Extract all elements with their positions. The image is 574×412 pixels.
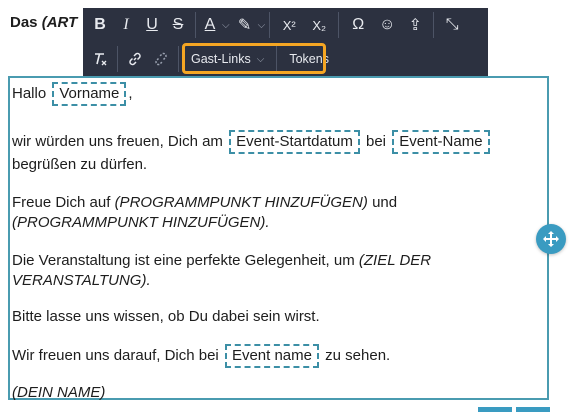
toolbar-divider bbox=[178, 46, 179, 72]
paragraph-goal-2: VERANSTALTUNG). bbox=[12, 270, 151, 291]
page-title: Das (ART bbox=[10, 14, 90, 31]
underline-button[interactable]: U bbox=[139, 11, 165, 39]
paragraph-see-you: Wir freuen uns darauf, Dich bei Event na… bbox=[12, 344, 390, 368]
toolbar-divider bbox=[433, 12, 435, 38]
chevron-down-icon[interactable]: ⌵ bbox=[222, 20, 230, 31]
toolbar-divider bbox=[338, 12, 340, 38]
goal-placeholder-1: (ZIEL DER bbox=[358, 252, 432, 269]
chevron-down-icon[interactable]: ⌵ bbox=[258, 20, 266, 31]
paragraph-greeting: Hallo Vorname, bbox=[12, 82, 133, 106]
goal-text: Die Veranstaltung ist eine perfekte Gele… bbox=[12, 252, 355, 269]
toolbar-divider bbox=[269, 12, 271, 38]
invite-end-text: begrüßen zu dürfen. bbox=[12, 156, 148, 173]
collapse-button[interactable]: ⤡ bbox=[438, 11, 466, 39]
bold-button[interactable]: B bbox=[87, 11, 113, 39]
program-text: Freue Dich auf bbox=[12, 194, 111, 211]
token-firstname[interactable]: Vorname bbox=[52, 82, 127, 106]
invite-mid-text: bei bbox=[366, 133, 387, 150]
paragraph-invite-1: wir würden uns freuen, Dich am Event-Sta… bbox=[12, 130, 492, 154]
title-italic: (ART bbox=[41, 14, 78, 31]
rich-text-editor[interactable]: Hallo Vorname, wir würden uns freuen, Di… bbox=[8, 76, 549, 403]
paragraph-goal-1: Die Veranstaltung ist eine perfekte Gele… bbox=[12, 250, 431, 271]
editor-toolbar: B I U S A ⌵ ✎ ⌵ X² X₂ Ω ☺ ⇪ ⤡ Gast-Links… bbox=[83, 8, 488, 76]
italic-button[interactable]: I bbox=[113, 11, 139, 39]
paragraph-program-1: Freue Dich auf (PROGRAMMPUNKT HINZUFÜGEN… bbox=[12, 192, 397, 213]
link-button[interactable] bbox=[122, 45, 148, 73]
paragraph-rsvp: Bitte lasse uns wissen, ob Du dabei sein… bbox=[12, 306, 320, 327]
superscript-button[interactable]: X² bbox=[274, 11, 304, 39]
token-event-name[interactable]: Event-Name bbox=[392, 130, 490, 154]
clear-format-icon bbox=[95, 53, 107, 66]
program-placeholder-2: (PROGRAMMPUNKT HINZUFÜGEN). bbox=[12, 214, 270, 231]
unlink-button[interactable] bbox=[148, 45, 174, 73]
program-placeholder-1: (PROGRAMMPUNKT HINZUFÜGEN) bbox=[114, 194, 368, 211]
paragraph-invite-2: begrüßen zu dürfen. bbox=[12, 154, 147, 175]
unlink-icon bbox=[155, 52, 167, 66]
bottom-tab-stub bbox=[478, 407, 512, 412]
goal-placeholder-2: VERANSTALTUNG). bbox=[12, 272, 151, 289]
invite-text: wir würden uns freuen, Dich am bbox=[12, 133, 223, 150]
see-you-end-text: zu sehen. bbox=[325, 347, 391, 364]
text-color-button[interactable]: A bbox=[200, 11, 220, 39]
program-and-text: und bbox=[372, 194, 398, 211]
greeting-text: Hallo bbox=[12, 85, 47, 102]
token-event-name-lower[interactable]: Event name bbox=[224, 344, 319, 368]
move-arrows-icon bbox=[543, 231, 559, 247]
bottom-tab-stub bbox=[516, 407, 550, 412]
emoji-button[interactable]: ☺ bbox=[373, 11, 401, 39]
rsvp-text: Bitte lasse uns wissen, ob Du dabei sein… bbox=[12, 308, 320, 325]
clear-format-button[interactable] bbox=[87, 45, 113, 73]
special-char-button[interactable]: Ω bbox=[343, 11, 373, 39]
toolbar-row-1: B I U S A ⌵ ✎ ⌵ X² X₂ Ω ☺ ⇪ ⤡ bbox=[87, 8, 466, 42]
signature-placeholder: (DEIN NAME) bbox=[12, 384, 106, 401]
title-bold: Das bbox=[10, 14, 38, 31]
subscript-button[interactable]: X₂ bbox=[304, 11, 334, 39]
toolbar-divider bbox=[117, 46, 118, 72]
strikethrough-button[interactable]: S bbox=[165, 11, 191, 39]
highlight-button[interactable]: ✎ bbox=[234, 11, 256, 39]
toolbar-divider bbox=[195, 12, 196, 38]
paragraph-program-2: (PROGRAMMPUNKT HINZUFÜGEN). bbox=[12, 212, 270, 233]
see-you-text: Wir freuen uns darauf, Dich bei bbox=[12, 347, 219, 364]
highlight-box bbox=[182, 43, 326, 74]
upload-button[interactable]: ⇪ bbox=[401, 11, 429, 39]
greeting-comma: , bbox=[128, 85, 133, 102]
token-event-startdate[interactable]: Event-Startdatum bbox=[229, 130, 360, 154]
link-icon bbox=[129, 52, 141, 66]
move-handle-button[interactable] bbox=[536, 224, 566, 254]
paragraph-signature: (DEIN NAME) bbox=[12, 382, 105, 403]
